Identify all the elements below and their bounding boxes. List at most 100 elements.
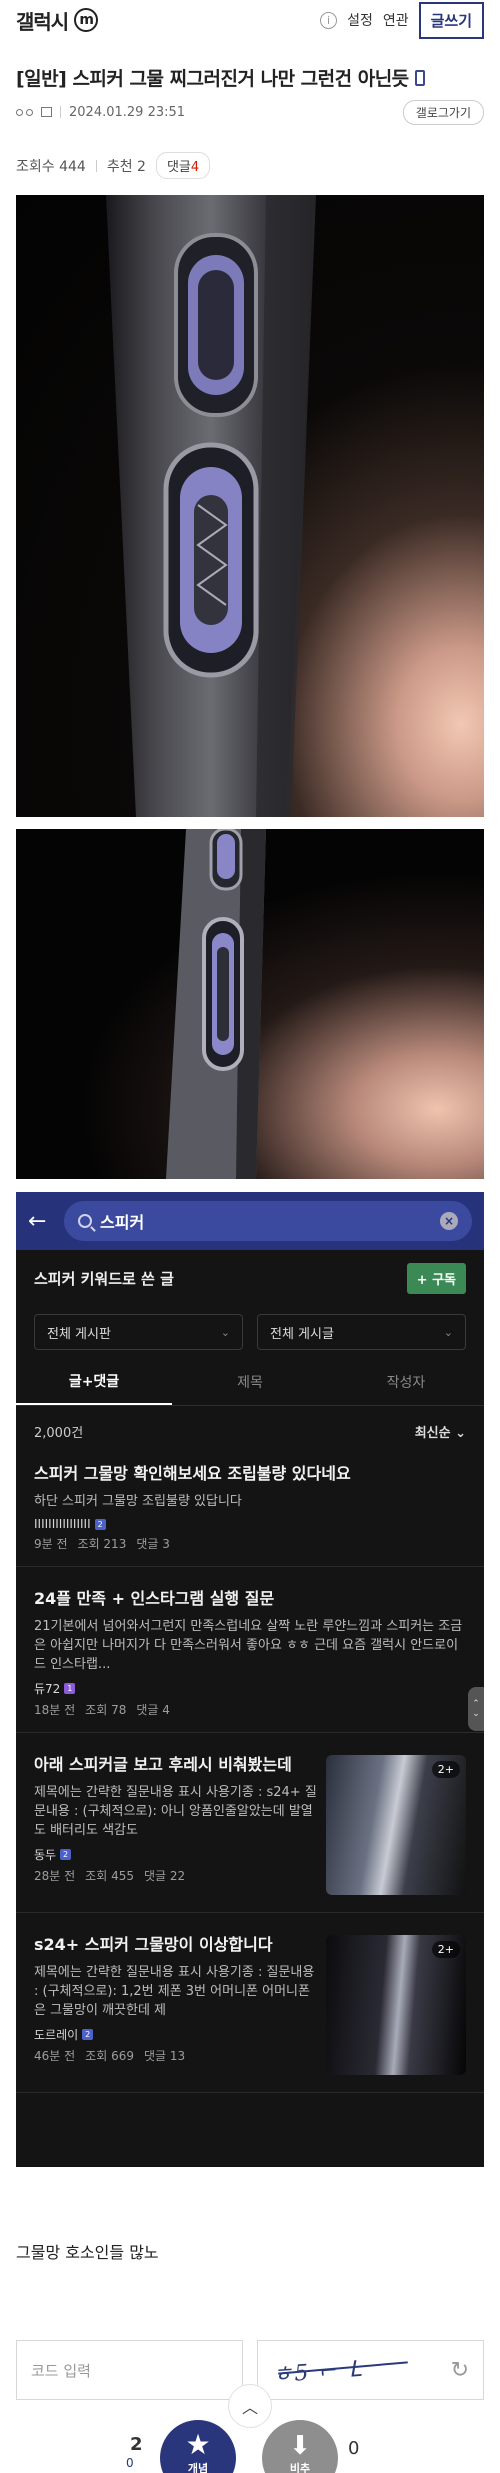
result-snippet: 하단 스피커 그물망 조립불량 있답니다	[34, 1494, 242, 1509]
recommend-button[interactable]: ★ 개념	[160, 2420, 236, 2473]
result-comments: 댓글 3	[136, 1537, 170, 1551]
search-tabs: 글+댓글 제목 작성자	[16, 1358, 484, 1406]
post-title-text: [일반] 스피커 그물 찌그러진거 나만 그런건 아닌듯	[16, 68, 409, 90]
image-count-badge: 2+	[431, 1761, 460, 1778]
minor-gallery-badge-icon: m	[74, 8, 99, 32]
result-views: 조회 669	[85, 2049, 134, 2063]
gallog-icon[interactable]	[41, 107, 52, 117]
scroll-top-button[interactable]: ︿	[228, 2384, 272, 2428]
not-recommend-label: 비추	[289, 2462, 311, 2473]
keyword-title: 스피커 키워드로 쓴 글	[34, 1269, 174, 1288]
post-photo-2[interactable]	[16, 829, 484, 1179]
settings-link[interactable]: 설정	[347, 10, 373, 30]
captcha-placeholder: 코드 입력	[31, 2361, 91, 2380]
sort-select[interactable]: 최신순 ⌄	[415, 1422, 466, 1441]
member-badge-icon: 2	[94, 1518, 106, 1530]
chevron-down-icon: ⌄	[220, 1325, 230, 1339]
reply-label: 댓글	[166, 160, 191, 175]
phone-side-photo	[106, 195, 316, 817]
captcha-image: ㅎ5 ⌐ ᒪ ↻	[257, 2340, 484, 2400]
related-link[interactable]: 연관	[383, 10, 409, 30]
captcha-code-input[interactable]: 코드 입력	[16, 2340, 243, 2400]
clear-icon[interactable]: ×	[440, 1212, 458, 1230]
tab-author[interactable]: 작성자	[328, 1358, 484, 1405]
result-snippet: 제목에는 간략한 질문내용 표시 사용기종 : s24+ 질문내용 : (구체적…	[34, 1785, 317, 1838]
sort-value: 최신순	[414, 1425, 451, 1441]
write-button[interactable]: 글쓰기	[418, 1, 484, 39]
list-item[interactable]: 24플 만족 + 인스타그램 실행 질문 21기본에서 넘어와서그런지 만족스럽…	[16, 1567, 484, 1733]
list-item[interactable]: 스피커 그물망 확인해보세요 조립불량 있다네요 하단 스피커 그물망 조립불량…	[16, 1456, 484, 1567]
author-name: 도르레이	[34, 2028, 79, 2042]
result-count-row: 2,000건 최신순 ⌄	[16, 1406, 484, 1456]
result-info: 18분 전 조회 78 댓글 4	[34, 1701, 466, 1718]
post-date: 2024.01.29 23:51	[69, 104, 186, 120]
mobile-icon	[414, 69, 425, 86]
post-photo-1[interactable]	[16, 195, 484, 817]
embedded-search-screenshot: ← 스피커 × 스피커 키워드로 쓴 글 + 구독 전체 게시판 ⌄ 전체 게시…	[16, 1192, 484, 2167]
reply-count: 4	[190, 160, 200, 175]
not-recommend-button[interactable]: ⬇ 비추	[262, 2420, 338, 2473]
tab-title[interactable]: 제목	[172, 1358, 328, 1405]
brand-name: 갤럭시	[16, 9, 69, 34]
post-select[interactable]: 전체 게시글 ⌄	[257, 1314, 466, 1350]
image-count-badge: 2+	[431, 1941, 460, 1958]
list-item[interactable]: s24+ 스피커 그물망이 이상합니다 제목에는 간략한 질문내용 표시 사용기…	[16, 1913, 484, 2093]
refresh-icon[interactable]: ↻	[451, 2358, 469, 2383]
gallery-brand[interactable]: 갤럭시 m	[16, 6, 99, 35]
result-time: 9분 전	[34, 1537, 68, 1551]
member-badge-icon: 1	[64, 1683, 76, 1694]
result-info: 9분 전 조회 213 댓글 3	[34, 1535, 466, 1552]
search-query: 스피커	[100, 1213, 145, 1232]
divider	[60, 106, 61, 118]
back-arrow-icon[interactable]: ←	[28, 1209, 54, 1234]
board-select[interactable]: 전체 게시판 ⌄	[34, 1314, 243, 1350]
post-stats: 조회수 444 추천 2 댓글4	[16, 152, 484, 179]
divider	[95, 159, 97, 172]
not-recommend-count: 0	[348, 2438, 360, 2459]
phone-side-photo	[166, 829, 266, 1179]
scroll-handle[interactable]: ⌃ ⌄	[468, 1687, 484, 1731]
search-icon	[78, 1214, 92, 1228]
result-views: 조회 213	[77, 1537, 127, 1551]
result-author: IIIIIIIIIIIIIIII 2	[34, 1517, 466, 1531]
result-title: 스피커 그물망 확인해보세요 조립불량 있다네요	[34, 1464, 351, 1483]
keyword-row: 스피커 키워드로 쓴 글 + 구독	[16, 1250, 484, 1306]
gallog-button[interactable]: 갤로그가기	[402, 99, 484, 125]
result-time: 18분 전	[34, 1703, 76, 1717]
view-count: 조회수 444	[16, 158, 86, 175]
result-comments: 댓글 22	[143, 1869, 186, 1883]
result-views: 조회 78	[85, 1703, 127, 1717]
info-icon[interactable]: i	[320, 11, 338, 29]
result-time: 28분 전	[34, 1869, 76, 1883]
post-title: [일반] 스피커 그물 찌그러진거 나만 그런건 아닌듯	[16, 64, 486, 91]
result-views: 조회 455	[85, 1869, 134, 1883]
post-body-text: 그물망 호소인들 많노	[16, 2243, 159, 2262]
result-time: 46분 전	[34, 2049, 76, 2063]
result-count: 2,000건	[34, 1425, 84, 1441]
search-input[interactable]: 스피커 ×	[64, 1201, 472, 1241]
member-badge-icon: 2	[60, 1849, 72, 1860]
recommend-total: 2	[130, 2434, 143, 2455]
member-badge-icon: 2	[82, 2029, 94, 2040]
post-meta: 2024.01.29 23:51 갤로그가기	[16, 99, 484, 125]
search-header: ← 스피커 ×	[16, 1192, 484, 1250]
author-name: IIIIIIIIIIIIIIII	[34, 1517, 91, 1531]
author-name: 동두	[34, 1848, 57, 1862]
star-icon: ★	[185, 2428, 211, 2461]
tab-post-and-comment[interactable]: 글+댓글	[16, 1358, 172, 1405]
list-item[interactable]: 아래 스피커글 보고 후레시 비춰봤는데 제목에는 간략한 질문내용 표시 사용…	[16, 1733, 484, 1913]
post-select-value: 전체 게시글	[270, 1326, 334, 1342]
chevron-down-icon: ⌄	[443, 1325, 453, 1339]
nickname-masked-icon[interactable]	[16, 108, 33, 116]
result-comments: 댓글 4	[136, 1703, 170, 1717]
reply-count-chip[interactable]: 댓글4	[155, 152, 211, 179]
result-thumbnail[interactable]: 2+	[326, 1755, 466, 1895]
author-name: 듀72	[34, 1682, 61, 1696]
recommend-fixed-count: 0	[126, 2456, 134, 2470]
result-thumbnail[interactable]: 2+	[326, 1935, 466, 2075]
subscribe-button[interactable]: + 구독	[406, 1262, 466, 1294]
recommend-label: 개념	[187, 2462, 209, 2473]
recommend-count: 추천 2	[106, 158, 146, 175]
result-snippet: 21기본에서 넘어와서그런지 만족스럽네요 살짝 노란 루얀느낌과 스피커는 조…	[34, 1619, 463, 1672]
result-title: 아래 스피커글 보고 후레시 비춰봤는데	[34, 1755, 292, 1774]
